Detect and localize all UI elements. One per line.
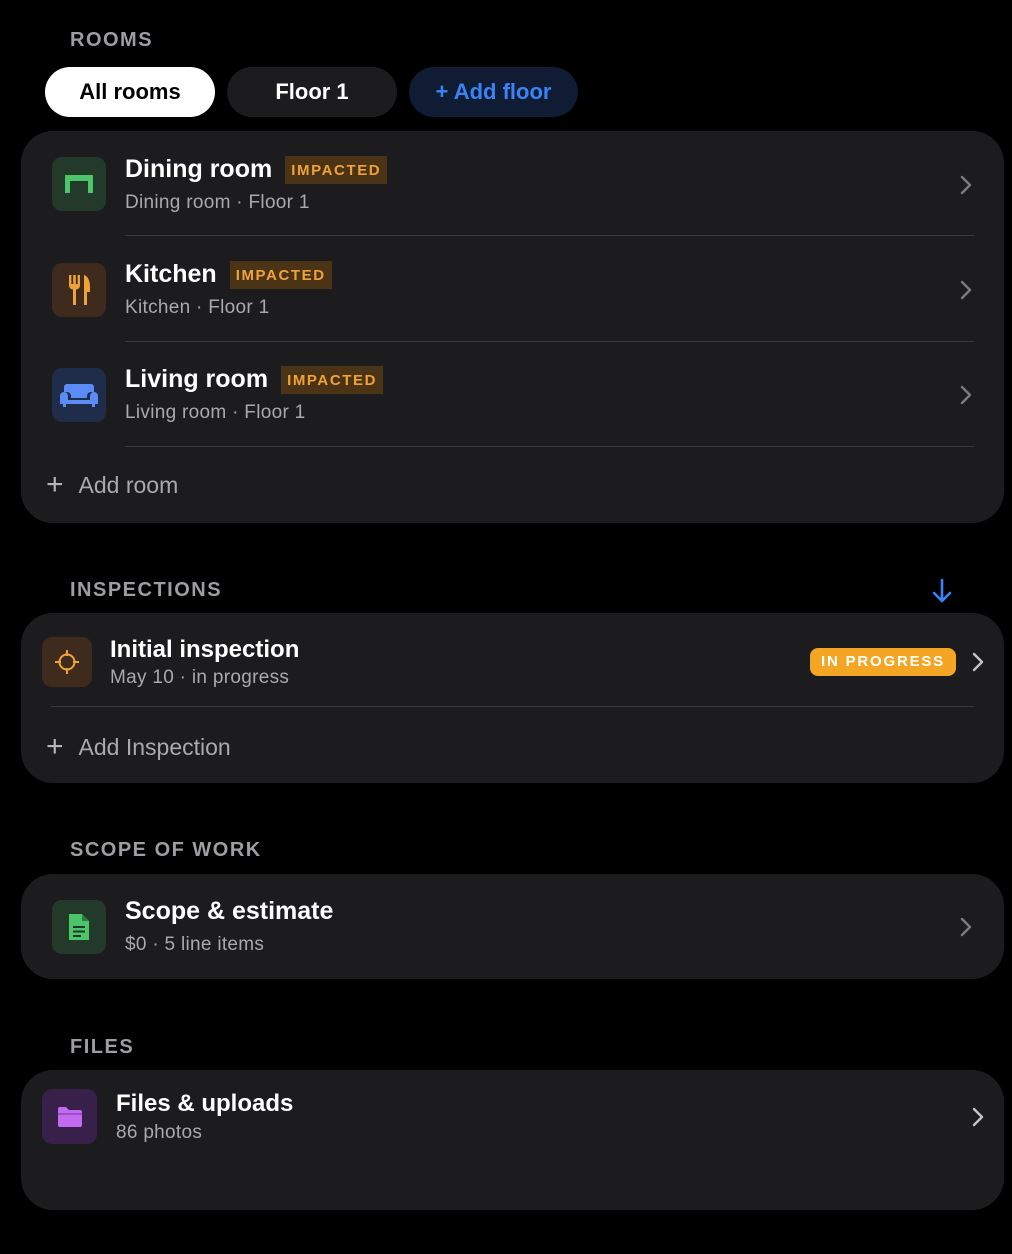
chevron-right-icon	[960, 917, 972, 937]
files-subtitle: 86 photos	[116, 1122, 203, 1143]
chevron-right-icon	[960, 385, 972, 405]
project-detail-page: ROOMS All rooms Floor 1 + Add floor Dini…	[0, 0, 1012, 1254]
scope-card: Scope & estimate $0 · 5 line items	[21, 874, 1004, 979]
crosshair-icon	[42, 637, 92, 687]
plus-icon: +	[46, 730, 64, 763]
chevron-right-icon	[960, 280, 972, 300]
scope-row[interactable]: Scope & estimate $0 · 5 line items	[21, 874, 1004, 979]
room-name: Dining room IMPACTED	[125, 155, 388, 184]
scope-name: Scope & estimate	[125, 897, 334, 925]
inspections-card: Initial inspection May 10 · in progress …	[21, 613, 1004, 783]
room-name-text: Dining room	[125, 155, 273, 183]
room-row-dining[interactable]: Dining room IMPACTED Dining room · Floor…	[21, 131, 1004, 236]
chevron-right-icon	[972, 652, 984, 672]
rooms-card: Dining room IMPACTED Dining room · Floor…	[21, 131, 1004, 523]
scope-section-title: SCOPE OF WORK	[70, 839, 262, 861]
room-row-kitchen[interactable]: Kitchen IMPACTED Kitchen · Floor 1	[21, 236, 1004, 341]
room-name: Kitchen IMPACTED	[125, 260, 332, 289]
sofa-icon	[52, 368, 106, 422]
room-name: Living room IMPACTED	[125, 365, 384, 394]
folder-icon	[42, 1089, 97, 1144]
files-row[interactable]: Files & uploads 86 photos	[21, 1070, 1004, 1165]
impacted-tag: IMPACTED	[281, 365, 384, 394]
in-progress-badge: IN PROGRESS	[810, 648, 956, 676]
add-room-label: Add room	[78, 471, 179, 498]
impacted-tag: IMPACTED	[229, 260, 332, 289]
table-icon	[52, 157, 106, 211]
add-inspection-label: Add Inspection	[78, 733, 231, 760]
files-card: Files & uploads 86 photos	[21, 1070, 1004, 1210]
room-subtitle: Living room · Floor 1	[125, 402, 306, 423]
add-inspection-button[interactable]: + Add Inspection	[46, 732, 231, 762]
room-subtitle: Kitchen · Floor 1	[125, 297, 270, 318]
divider	[51, 706, 974, 707]
impacted-tag: IMPACTED	[285, 155, 388, 184]
room-name-text: Living room	[125, 365, 269, 393]
scope-subtitle: $0 · 5 line items	[125, 934, 265, 955]
divider	[125, 446, 974, 447]
inspections-section-title: INSPECTIONS	[70, 579, 223, 601]
plus-icon: +	[46, 468, 64, 501]
room-row-living[interactable]: Living room IMPACTED Living room · Floor…	[21, 341, 1004, 446]
room-name-text: Kitchen	[125, 260, 217, 288]
inspection-row[interactable]: Initial inspection May 10 · in progress …	[21, 613, 1004, 706]
document-icon	[52, 900, 106, 954]
add-floor-button[interactable]: + Add floor	[409, 67, 578, 117]
files-section-title: FILES	[70, 1036, 135, 1058]
files-name: Files & uploads	[116, 1090, 294, 1117]
inspection-subtitle: May 10 · in progress	[110, 667, 290, 688]
add-room-button[interactable]: + Add room	[46, 470, 178, 500]
fork-knife-icon	[52, 263, 106, 317]
arrow-down-icon[interactable]	[930, 577, 954, 605]
inspection-name: Initial inspection	[110, 636, 300, 663]
filter-all-rooms[interactable]: All rooms	[45, 67, 215, 117]
chevron-right-icon	[972, 1107, 984, 1127]
room-subtitle: Dining room · Floor 1	[125, 192, 310, 213]
rooms-section-title: ROOMS	[70, 29, 154, 51]
chevron-right-icon	[960, 175, 972, 195]
filter-floor-1[interactable]: Floor 1	[227, 67, 397, 117]
